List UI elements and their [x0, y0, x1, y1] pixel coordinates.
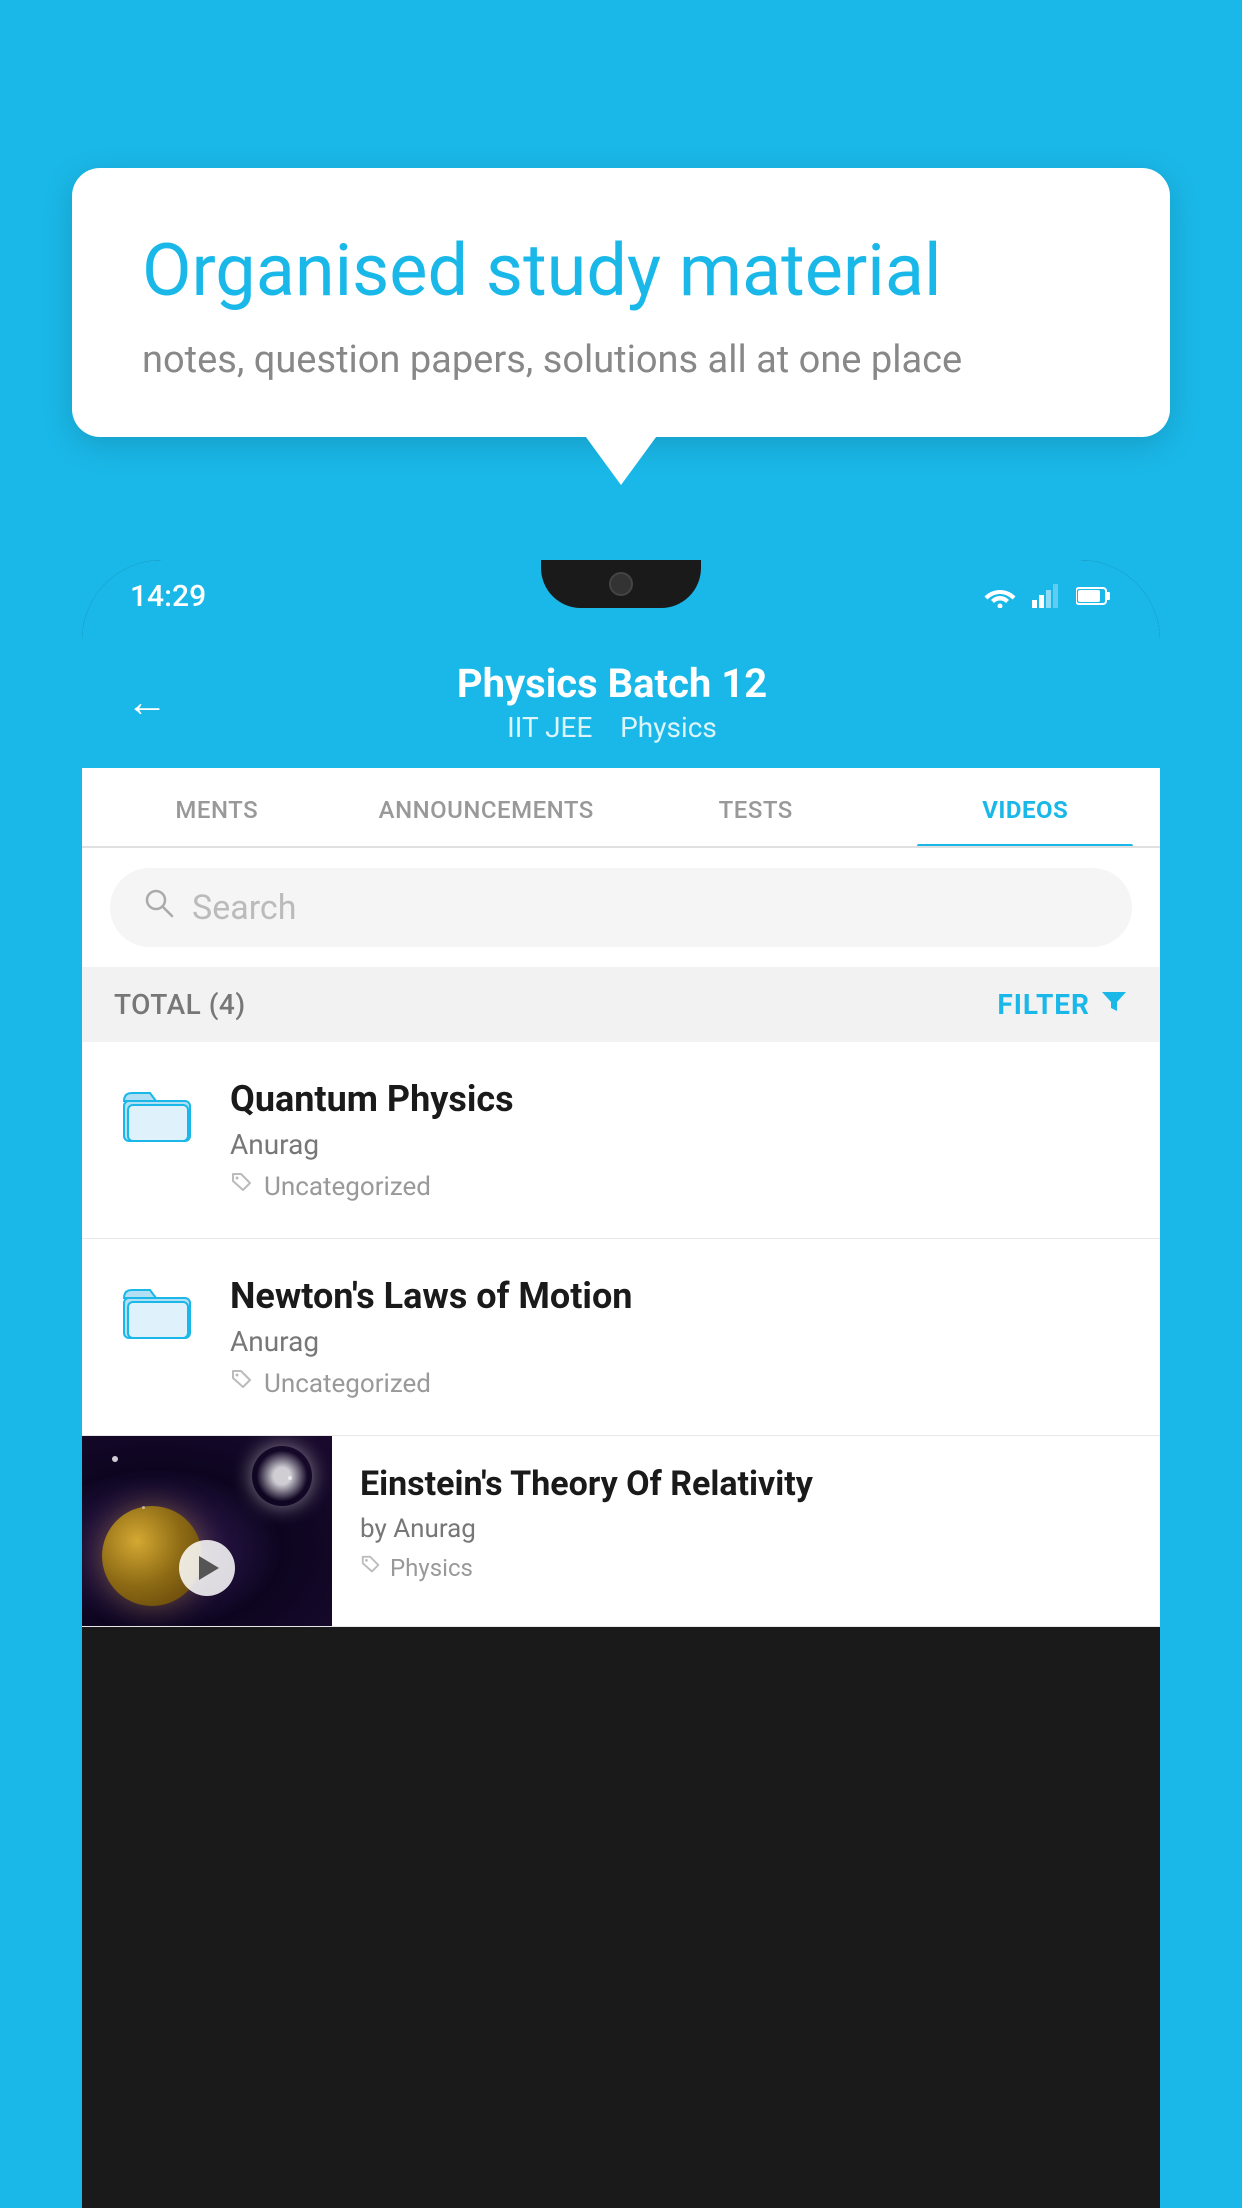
play-button[interactable]: [179, 1540, 235, 1596]
filter-icon: [1100, 987, 1128, 1022]
item-author: Anurag: [230, 1128, 1128, 1161]
notch: [541, 560, 701, 608]
tag-icon: [230, 1368, 254, 1399]
item-info: Newton's Laws of Motion Anurag Uncategor…: [230, 1275, 1128, 1399]
search-placeholder: Search: [192, 888, 296, 928]
thumb-item-author: by Anurag: [360, 1514, 1132, 1544]
item-title: Quantum Physics: [230, 1078, 1128, 1120]
status-icons: [984, 584, 1112, 608]
thumb-item-title: Einstein's Theory Of Relativity: [360, 1464, 1132, 1504]
item-tag: Uncategorized: [230, 1171, 1128, 1202]
tab-videos[interactable]: VIDEOS: [891, 768, 1161, 846]
filter-row: TOTAL (4) FILTER: [82, 967, 1160, 1042]
tag-label: Physics: [390, 1554, 473, 1582]
tabs-bar: MENTS ANNOUNCEMENTS TESTS VIDEOS: [82, 768, 1160, 848]
space-visual: [82, 1436, 332, 1626]
filter-label: FILTER: [997, 988, 1090, 1021]
item-icon-area: [114, 1078, 202, 1144]
search-container: Search: [82, 848, 1160, 967]
tab-ments[interactable]: MENTS: [82, 768, 352, 846]
item-icon-area: [114, 1275, 202, 1341]
content-area: Quantum Physics Anurag Uncategorized: [82, 1042, 1160, 1627]
tag-icon: [230, 1171, 254, 1202]
phone-frame: 14:29 ← Phys: [82, 560, 1160, 2208]
camera-dot: [609, 572, 633, 596]
folder-icon: [122, 1279, 194, 1341]
back-button[interactable]: ←: [126, 678, 168, 727]
tag-icon: [360, 1554, 382, 1582]
tab-tests[interactable]: TESTS: [621, 768, 891, 846]
tab-announcements[interactable]: ANNOUNCEMENTS: [352, 768, 622, 846]
subtitle-part2: Physics: [620, 711, 717, 744]
batch-title: Physics Batch 12: [200, 660, 1024, 707]
filter-button[interactable]: FILTER: [997, 987, 1128, 1022]
wifi-icon: [984, 584, 1016, 608]
thumbnail-area: [82, 1436, 332, 1626]
total-count: TOTAL (4): [114, 988, 246, 1021]
item-author: Anurag: [230, 1325, 1128, 1358]
search-icon: [142, 886, 176, 929]
list-item[interactable]: Quantum Physics Anurag Uncategorized: [82, 1042, 1160, 1239]
header-center: Physics Batch 12 IIT JEE Physics: [200, 660, 1024, 744]
thumb-item-tag: Physics: [360, 1554, 1132, 1582]
speech-bubble-subtitle: notes, question papers, solutions all at…: [142, 338, 1100, 382]
speech-bubble: Organised study material notes, question…: [72, 168, 1170, 437]
play-triangle-icon: [199, 1556, 219, 1580]
signal-icon: [1032, 584, 1060, 608]
subtitle-part1: IIT JEE: [507, 711, 592, 744]
list-item-thumbnail[interactable]: Einstein's Theory Of Relativity by Anura…: [82, 1436, 1160, 1627]
status-time: 14:29: [130, 579, 206, 614]
item-title: Newton's Laws of Motion: [230, 1275, 1128, 1317]
list-item[interactable]: Newton's Laws of Motion Anurag Uncategor…: [82, 1239, 1160, 1436]
batch-subtitle: IIT JEE Physics: [200, 711, 1024, 744]
status-bar: 14:29: [82, 560, 1160, 632]
speech-bubble-title: Organised study material: [142, 228, 1100, 314]
app-header: ← Physics Batch 12 IIT JEE Physics: [82, 632, 1160, 768]
tag-label: Uncategorized: [264, 1172, 431, 1202]
item-info: Quantum Physics Anurag Uncategorized: [230, 1078, 1128, 1202]
battery-icon: [1076, 586, 1112, 606]
stars: [252, 1446, 312, 1506]
thumb-item-info: Einstein's Theory Of Relativity by Anura…: [332, 1436, 1160, 1610]
folder-icon: [122, 1082, 194, 1144]
search-bar[interactable]: Search: [110, 868, 1132, 947]
tag-label: Uncategorized: [264, 1369, 431, 1399]
thumbnail-bg: [82, 1436, 332, 1626]
item-tag: Uncategorized: [230, 1368, 1128, 1399]
